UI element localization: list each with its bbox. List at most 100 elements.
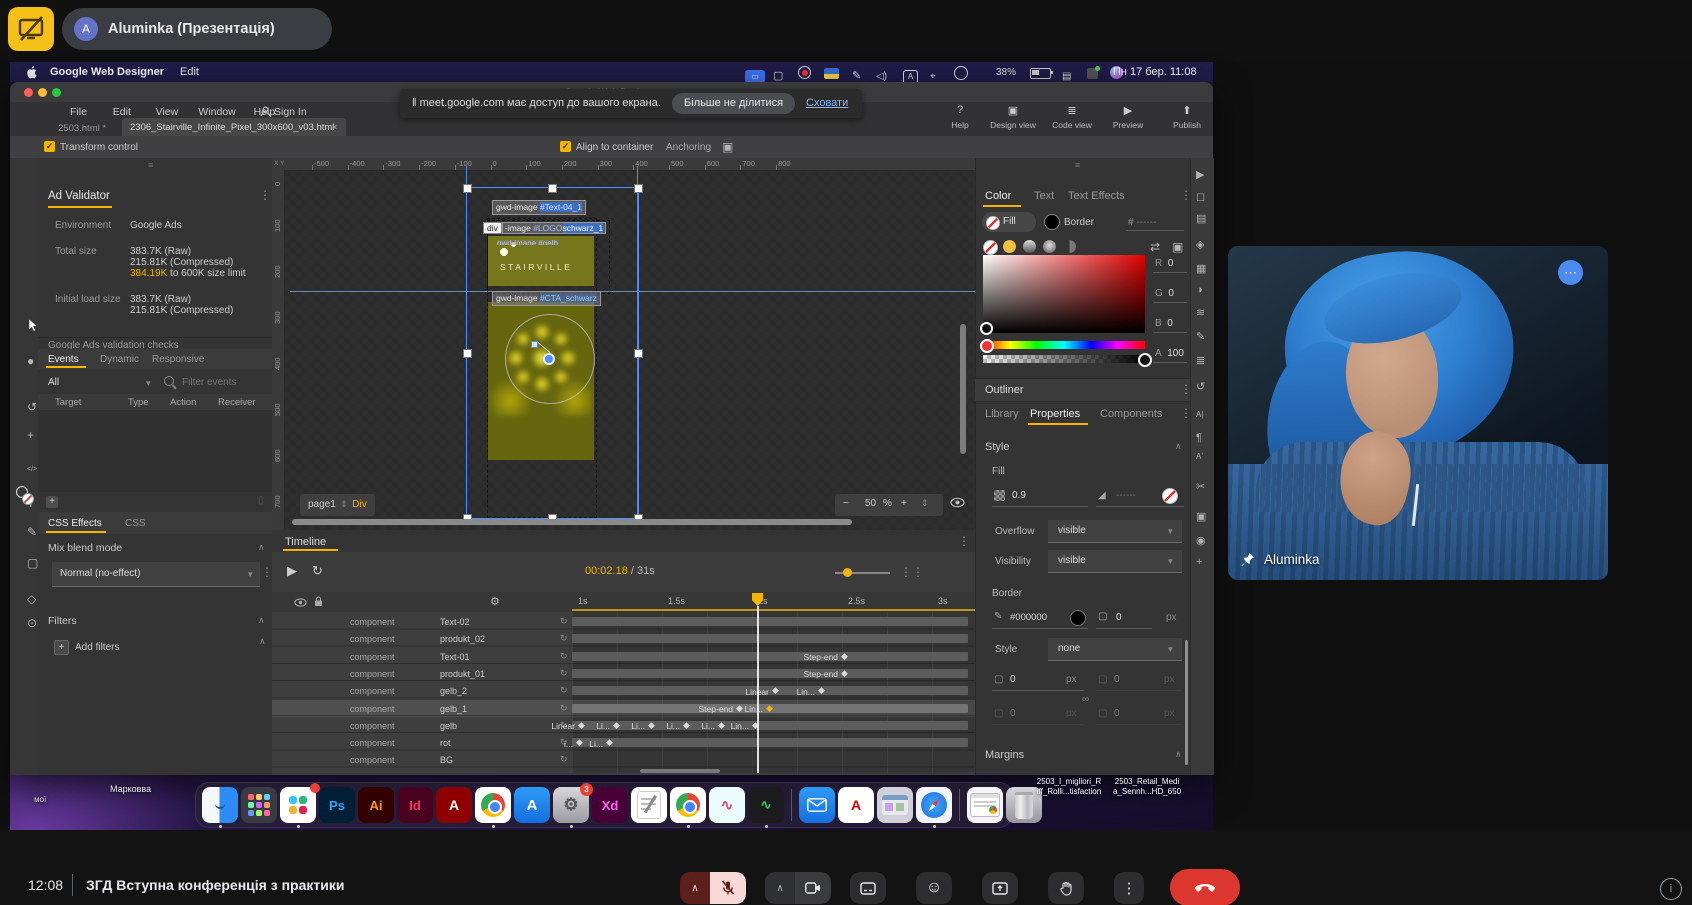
dock-app-store[interactable]: A [514, 787, 550, 823]
alpha-knob[interactable] [1138, 353, 1152, 367]
right-strip-icon-6[interactable]: ≋ [1196, 306, 1205, 319]
dock-slack[interactable] [280, 787, 316, 823]
right-panel-scrollbar[interactable] [1185, 640, 1188, 765]
color-field-knob[interactable] [980, 322, 993, 335]
timeline-zoom-knob[interactable] [843, 568, 852, 577]
radius-field-4[interactable]: ▢ 0 px [1096, 704, 1182, 725]
margins-section-label[interactable]: Margins [985, 749, 1024, 761]
camera-button[interactable]: ∧ [765, 872, 831, 904]
right-strip-icon-15[interactable]: ◉ [1196, 534, 1206, 547]
tab-dynamic[interactable]: Dynamic [100, 354, 139, 365]
border-color-field[interactable]: ✎ #000000 [992, 606, 1088, 629]
dock-adobe-xd[interactable]: Xd [592, 787, 628, 823]
present-button[interactable] [982, 872, 1018, 904]
row-link-icon[interactable]: ↻ [560, 616, 568, 627]
top-button-help[interactable]: Help [951, 120, 968, 130]
dock-wave-app[interactable]: ∿ [709, 787, 745, 823]
style-section-label[interactable]: Style [985, 441, 1009, 453]
timeline-row-gelb_1[interactable]: componentgelb_1↻◆Step-end◆Lin... [272, 700, 975, 717]
tab-properties[interactable]: Properties [1030, 408, 1080, 420]
overflow-select[interactable]: visible ▾ [1048, 520, 1182, 543]
presenter-chip[interactable]: A Aluminka (Презентація) [62, 8, 332, 50]
tab-text[interactable]: Text [1034, 190, 1054, 202]
a-input[interactable]: 100 [1167, 348, 1184, 359]
hide-notification-link[interactable]: Сховати [806, 97, 848, 109]
desktop-file-label[interactable]: 2503_Retail_Media_Sennh...HD_650 [1110, 777, 1184, 797]
radius-field-1[interactable]: ▢ 0 px [992, 670, 1084, 691]
camera-expand-icon[interactable]: ∧ [776, 883, 783, 894]
right-strip-icon-1[interactable]: ◻ [1196, 190, 1205, 203]
zoom-out-button[interactable]: − [843, 498, 849, 509]
timeline-settings-icon[interactable]: ⚙ [490, 595, 500, 608]
sign-in-label[interactable]: Sign In [274, 106, 307, 118]
keyframe-Li...[interactable]: ◆ [648, 721, 655, 730]
border-width-field[interactable]: ▢ 0 [1096, 606, 1152, 629]
selection-handle[interactable] [463, 349, 472, 358]
keyframe-i...[interactable]: ◆ [576, 738, 583, 747]
visibility-column-icon[interactable] [294, 598, 307, 607]
hue-knob[interactable] [980, 339, 994, 353]
gwd-menu-window[interactable]: Window [198, 106, 235, 118]
menubar-clock[interactable]: Пн 17 бер. 11:08 [1113, 66, 1197, 78]
raise-hand-button[interactable] [1048, 872, 1084, 904]
radius-field-3[interactable]: ▢ 0 px [992, 704, 1084, 725]
zoom-in-button[interactable]: + [901, 498, 907, 509]
anchoring-toggle-icon[interactable]: ▣ [722, 141, 733, 153]
tab-text-effects[interactable]: Text Effects [1068, 190, 1125, 202]
dock-files-window[interactable] [877, 787, 913, 823]
swap-colors-icon[interactable]: ⇄ [1150, 241, 1160, 253]
timeline-row-gelb_2[interactable]: componentgelb_2↻◆Linear◆Lin... [272, 682, 975, 699]
timeline-row-produkt_01[interactable]: componentprodukt_01↻◆Step-end [272, 665, 975, 682]
swatch-gradient-2[interactable] [1043, 240, 1056, 253]
selection-box[interactable] [466, 187, 639, 519]
meeting-info-button[interactable]: i [1660, 878, 1682, 900]
right-strip-icon-2[interactable]: ▤ [1196, 212, 1206, 225]
border-toggle-label[interactable]: Border [1064, 217, 1094, 228]
panel-drag-handle[interactable]: ≡ [148, 160, 153, 170]
leave-call-button[interactable] [1170, 869, 1240, 905]
timeline-hscrollbar[interactable] [640, 769, 720, 773]
shape-tool[interactable]: ● [27, 354, 34, 368]
zoom-value[interactable]: 50 [865, 498, 876, 509]
gwd-menu-view[interactable]: View [156, 106, 179, 118]
color-field[interactable] [983, 255, 1145, 333]
3d-rotate-tool[interactable]: ↺ [27, 400, 37, 414]
timeline-play-button[interactable]: ▶ [287, 563, 297, 579]
row-link-icon[interactable]: ↻ [560, 633, 568, 644]
more-options-button[interactable]: ⋮ [1114, 872, 1144, 904]
right-strip-icon-13[interactable]: ✂ [1196, 480, 1205, 493]
timeline-row-Text-01[interactable]: componentText-01↻◆Step-end [272, 648, 975, 665]
keyframe-Linear[interactable]: ◆ [578, 721, 585, 730]
right-strip-icon-4[interactable]: ▦ [1196, 262, 1206, 275]
zoom-tool[interactable]: ⊙ [27, 616, 37, 630]
chip-logo[interactable]: div-image #LOGOschwarz_1 [483, 222, 606, 236]
tab-library[interactable]: Library [985, 408, 1019, 420]
dock-system-settings[interactable]: ⚙3 [553, 787, 589, 823]
pen-tool[interactable]: ✎ [27, 525, 37, 539]
add-filters-icon[interactable]: + [54, 640, 69, 655]
chip-cta[interactable]: gwd-image #CTA_schwarz [492, 291, 601, 306]
right-strip-icon-7[interactable]: ✎ [1196, 330, 1205, 343]
margins-collapse-icon[interactable]: ∧ [1175, 750, 1182, 759]
add-filters-label[interactable]: Add filters [75, 642, 119, 653]
keyframe-Step-end[interactable]: ◆ [736, 704, 743, 713]
events-filter-dropdown[interactable]: All [48, 377, 59, 388]
selection-handle[interactable] [634, 349, 643, 358]
dock-acrobat[interactable]: A [436, 787, 472, 823]
top-button-preview[interactable]: Preview [1113, 120, 1143, 130]
gwd-menu-edit[interactable]: Edit [113, 106, 131, 118]
preview-eye-icon[interactable] [950, 497, 965, 508]
right-strip-icon-8[interactable]: ≣ [1196, 354, 1205, 367]
fill-opacity-field[interactable]: 0.9 [992, 486, 1088, 507]
tab-inactive[interactable]: 2503.html * [58, 123, 106, 134]
right-strip-icon-5[interactable]: ◑ [1196, 284, 1203, 296]
keyframe-Lin...[interactable]: ◆ [818, 686, 825, 695]
row-track-bar[interactable] [572, 652, 968, 661]
timeline-row-gelb[interactable]: componentgelb↻◆Linear◆Li...◆Li...◆Li...◆… [272, 717, 975, 734]
keyframe-Step-end[interactable]: ◆ [841, 652, 848, 661]
mix-blend-collapse-icon[interactable]: ∧ [258, 543, 265, 552]
tab-responsive[interactable]: Responsive [152, 354, 204, 365]
stop-sharing-button[interactable]: Більше не ділитися [672, 93, 795, 114]
top-button-code-view[interactable]: Code view [1052, 120, 1092, 130]
right-strip-icon-12[interactable]: Aʼ [1196, 452, 1203, 461]
